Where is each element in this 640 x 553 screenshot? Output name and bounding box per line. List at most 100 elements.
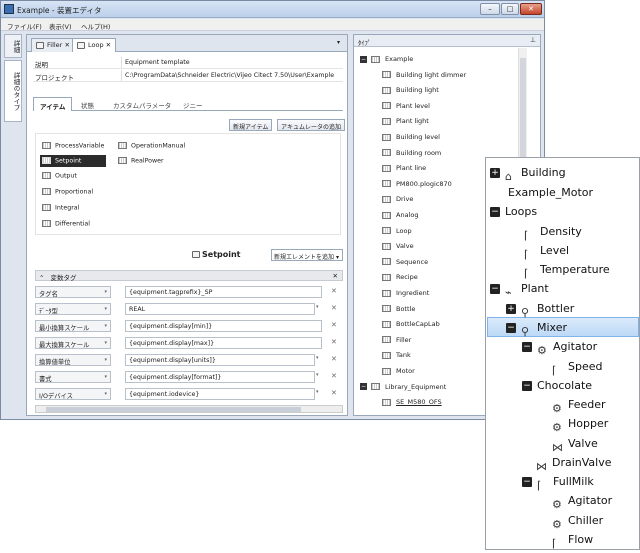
type-group-1[interactable]: − Library_Equipment <box>360 381 446 393</box>
collapse-icon[interactable]: − <box>522 381 532 391</box>
tree-node[interactable]: ⋈ Valve <box>552 434 598 454</box>
remove-row-icon[interactable]: ✕ <box>331 389 337 397</box>
remove-row-icon[interactable]: ✕ <box>331 287 337 295</box>
list-item[interactable]: SE_M580_OFS <box>382 396 442 408</box>
list-item[interactable]: Building room <box>382 147 441 159</box>
chevron-down-icon[interactable]: ▾ <box>316 389 319 395</box>
tabs-dropdown-icon[interactable]: ▾ <box>337 39 340 46</box>
list-item[interactable]: Loop <box>382 225 412 237</box>
tree-node[interactable]: ⌈ Level <box>524 241 569 261</box>
remove-row-icon[interactable]: ✕ <box>331 372 337 380</box>
list-item[interactable]: Plant level <box>382 100 430 112</box>
chevron-down-icon[interactable]: ▾ <box>316 355 319 361</box>
side-tab-detail-types[interactable]: 詳細のタイプ <box>4 60 22 122</box>
list-item[interactable]: Plant line <box>382 162 426 174</box>
collapse-icon[interactable]: − <box>490 284 500 294</box>
tree-node[interactable]: − ⚙ Agitator <box>522 337 597 357</box>
tree-node[interactable]: − ⌈ FullMilk <box>522 472 594 492</box>
group-close-icon[interactable]: ✕ <box>333 272 338 280</box>
tree-node[interactable]: − Chocolate <box>522 376 592 395</box>
new-item-button[interactable]: 新規アイテム <box>229 119 273 131</box>
list-item[interactable]: Valve <box>382 240 414 252</box>
tree-node[interactable]: ⚙ Feeder <box>552 395 606 415</box>
list-item[interactable]: Ingredient <box>382 287 429 299</box>
expand-icon[interactable]: + <box>490 168 500 178</box>
minimize-button[interactable]: – <box>480 3 500 15</box>
tab-genie[interactable]: ジニー <box>177 97 209 111</box>
type-group-0[interactable]: − Example <box>360 53 413 65</box>
list-item[interactable]: Proportional <box>40 186 95 198</box>
tree-node[interactable]: Example_Motor <box>508 183 593 202</box>
pin-icon[interactable]: ⊥ <box>530 36 536 44</box>
tab-filler[interactable]: Filler ✕ <box>31 38 75 52</box>
collapse-icon[interactable]: ⌃ <box>39 274 44 282</box>
row-value-input[interactable]: {equipment.display[max]} <box>125 337 322 349</box>
row-key-dropdown[interactable]: 最大換算スケール ▾ <box>35 337 111 349</box>
tree-node[interactable]: + ⚲ Bottler <box>506 299 574 319</box>
side-tab-details[interactable]: 詳細 <box>4 34 22 58</box>
tab-filler-close-icon[interactable]: ✕ <box>64 41 69 49</box>
tab-items[interactable]: アイテム <box>33 97 73 111</box>
row-value-input[interactable]: {equipment.display[units]} <box>125 354 315 366</box>
list-item[interactable]: Building light dimmer <box>382 69 466 81</box>
collapse-icon[interactable]: − <box>490 207 500 217</box>
tree-node[interactable]: ⚙ Agitator <box>552 491 612 511</box>
collapse-icon[interactable]: − <box>506 323 516 333</box>
list-item[interactable]: Building light <box>382 84 439 96</box>
remove-row-icon[interactable]: ✕ <box>331 355 337 363</box>
remove-row-icon[interactable]: ✕ <box>331 338 337 346</box>
remove-row-icon[interactable]: ✕ <box>331 321 337 329</box>
row-value-input[interactable]: {equipment.tagprefix}_SP <box>125 286 322 298</box>
row-value-input[interactable]: REAL <box>125 303 315 315</box>
list-item[interactable]: Recipe <box>382 271 418 283</box>
expand-icon[interactable]: + <box>506 304 516 314</box>
tree-node[interactable]: ⌈ Density <box>524 222 582 242</box>
row-key-dropdown[interactable]: タグ名 ▾ <box>35 286 111 298</box>
list-item[interactable]: Sequence <box>382 256 428 268</box>
list-item[interactable]: Motor <box>382 365 415 377</box>
tree-node[interactable]: ⌈ Speed <box>552 357 602 377</box>
menu-file[interactable]: ファイル(F) <box>7 21 42 31</box>
horizontal-scrollbar[interactable] <box>35 405 343 413</box>
scrollbar-thumb[interactable] <box>46 407 301 412</box>
list-item[interactable]: ProcessVariable <box>40 140 106 152</box>
close-button[interactable]: ✕ <box>520 3 542 15</box>
tree-node[interactable]: ⚙ Hopper <box>552 414 608 434</box>
list-item[interactable]: Building level <box>382 131 440 143</box>
list-item[interactable]: Drive <box>382 193 413 205</box>
tree-node[interactable]: − ⌁ Plant <box>490 279 549 299</box>
collapse-icon[interactable]: − <box>360 383 367 391</box>
row-key-dropdown[interactable]: 書式 ▾ <box>35 371 111 383</box>
row-value-input[interactable]: {equipment.display[format]} <box>125 371 315 383</box>
collapse-icon[interactable]: − <box>522 342 532 352</box>
list-item-selected[interactable]: Setpoint <box>40 155 106 167</box>
row-value-input[interactable]: {equipment.iodevice} <box>125 388 315 400</box>
list-item[interactable]: Filler <box>382 334 411 346</box>
chevron-down-icon[interactable]: ▾ <box>316 304 319 310</box>
chevron-down-icon[interactable]: ▾ <box>316 372 319 378</box>
list-item[interactable]: Output <box>40 170 79 182</box>
maximize-button[interactable]: □ <box>501 3 519 15</box>
menu-view[interactable]: 表示(V) <box>49 21 72 31</box>
tree-node[interactable]: − Loops <box>490 202 537 221</box>
menu-help[interactable]: ヘルプ(H) <box>81 21 110 31</box>
collapse-icon[interactable]: − <box>360 55 367 63</box>
list-item[interactable]: OperationManual <box>116 140 187 152</box>
list-item[interactable]: Differential <box>40 218 92 230</box>
tree-node[interactable]: − ⚲ Mixer <box>506 318 567 338</box>
tab-states[interactable]: 状態 <box>75 97 100 111</box>
list-item[interactable]: Plant light <box>382 115 429 127</box>
row-key-dropdown[interactable]: 換算値単位 ▾ <box>35 354 111 366</box>
add-accumulator-button[interactable]: アキュムレータの追加 <box>277 119 346 131</box>
tree-node[interactable]: ⋈ DrainValve <box>536 453 612 473</box>
row-key-dropdown[interactable]: I/Oデバイス ▾ <box>35 388 111 400</box>
list-item[interactable]: PM800.plogic870 <box>382 178 452 190</box>
tab-loop-close-icon[interactable]: ✕ <box>106 41 111 49</box>
list-item[interactable]: Bottle <box>382 303 415 315</box>
list-item[interactable]: RealPower <box>116 155 166 167</box>
list-item[interactable]: BottleCapLab <box>382 318 440 330</box>
list-item[interactable]: Analog <box>382 209 418 221</box>
row-key-dropdown[interactable]: ﾃﾞｰﾀ型 ▾ <box>35 303 111 315</box>
description-field[interactable]: Equipment template <box>121 57 341 68</box>
add-element-dropdown[interactable]: 新規エレメントを追加 ▾ <box>271 249 343 261</box>
